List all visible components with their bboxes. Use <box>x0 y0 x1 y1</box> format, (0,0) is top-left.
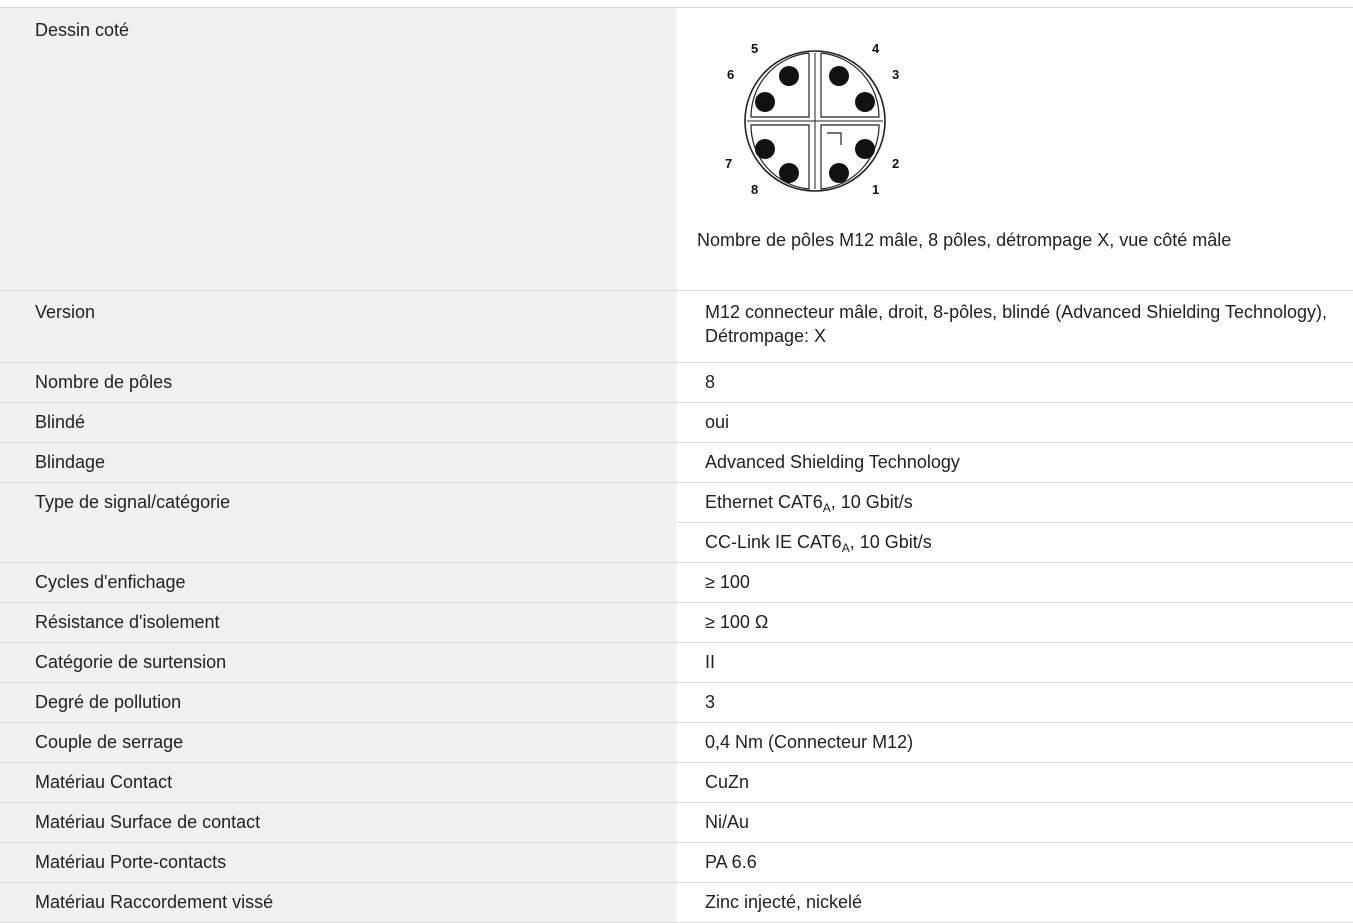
overvoltage-value: II <box>677 642 1353 683</box>
pin-6-contact <box>755 92 775 112</box>
pin-number-label: 5 <box>751 41 758 56</box>
signal-value-2-suffix: , 10 Gbit/s <box>849 531 932 552</box>
cycles-label: Cycles d'enfichage <box>0 562 677 603</box>
pin-2-contact <box>855 139 875 159</box>
pin-7-contact <box>755 139 775 159</box>
spec-row-contact-material: Matériau Contact CuZn <box>0 762 1353 803</box>
signal-value-2: CC-Link IE CAT6A, 10 Gbit/s <box>677 522 1353 563</box>
insulation-label: Résistance d'isolement <box>0 602 677 643</box>
spec-row-screw-material: Matériau Raccordement vissé Zinc injecté… <box>0 882 1353 923</box>
signal-value-1-prefix: Ethernet CAT6 <box>705 491 823 512</box>
pin-5-contact <box>779 66 799 86</box>
surface-material-value: Ni/Au <box>677 802 1353 843</box>
cycles-value: ≥ 100 <box>677 562 1353 603</box>
spec-row-overvoltage: Catégorie de surtension II <box>0 642 1353 683</box>
spec-row-insulation: Résistance d'isolement ≥ 100 Ω <box>0 602 1353 643</box>
pin-1-contact <box>829 163 849 183</box>
version-label: Version <box>0 290 677 363</box>
spec-row-cycles: Cycles d'enfichage ≥ 100 <box>0 562 1353 603</box>
signal-label: Type de signal/catégorie <box>0 482 677 563</box>
pin-4-contact <box>829 66 849 86</box>
pin-number-label: 4 <box>872 41 880 56</box>
spec-row-shielding: Blindage Advanced Shielding Technology <box>0 442 1353 483</box>
overvoltage-label: Catégorie de surtension <box>0 642 677 683</box>
signal-value-1-suffix: , 10 Gbit/s <box>830 491 913 512</box>
shielded-value: oui <box>677 402 1353 443</box>
pollution-value: 3 <box>677 682 1353 723</box>
signal-value-1: Ethernet CAT6A, 10 Gbit/s <box>677 482 1353 523</box>
spec-row-carrier-material: Matériau Porte-contacts PA 6.6 <box>0 842 1353 883</box>
pin-3-contact <box>855 92 875 112</box>
spec-row-torque: Couple de serrage 0,4 Nm (Connecteur M12… <box>0 722 1353 763</box>
surface-material-label: Matériau Surface de contact <box>0 802 677 843</box>
spec-row-pollution: Degré de pollution 3 <box>0 682 1353 723</box>
carrier-material-label: Matériau Porte-contacts <box>0 842 677 883</box>
signal-value-2-prefix: CC-Link IE CAT6 <box>705 531 842 552</box>
specification-table: Dessin coté 5 4 6 3 7 2 8 1 Nombre de pô… <box>0 8 1353 923</box>
pin-number-label: 6 <box>727 67 734 82</box>
carrier-material-value: PA 6.6 <box>677 842 1353 883</box>
drawing-label: Dessin coté <box>0 8 677 291</box>
spec-row-signal-1: Type de signal/catégorie Ethernet CAT6A,… <box>0 482 1353 563</box>
poles-label: Nombre de pôles <box>0 362 677 403</box>
pin-8-contact <box>779 163 799 183</box>
pollution-label: Degré de pollution <box>0 682 677 723</box>
spec-row-surface-material: Matériau Surface de contact Ni/Au <box>0 802 1353 843</box>
drawing-row: Dessin coté 5 4 6 3 7 2 8 1 Nombre de pô… <box>0 8 1353 291</box>
poles-value: 8 <box>677 362 1353 403</box>
pin-number-label: 3 <box>892 67 899 82</box>
drawing-cell: 5 4 6 3 7 2 8 1 Nombre de pôles M12 mâle… <box>677 8 1353 291</box>
contact-material-label: Matériau Contact <box>0 762 677 803</box>
spec-row-poles: Nombre de pôles 8 <box>0 362 1353 403</box>
m12-pin-layout-drawing: 5 4 6 3 7 2 8 1 <box>725 41 899 197</box>
pin-number-label: 1 <box>872 182 879 197</box>
shielding-value: Advanced Shielding Technology <box>677 442 1353 483</box>
drawing-caption: Nombre de pôles M12 mâle, 8 pôles, détro… <box>697 230 1232 250</box>
pin-number-label: 8 <box>751 182 758 197</box>
spec-row-version: Version M12 connecteur mâle, droit, 8-pô… <box>0 290 1353 363</box>
shielding-label: Blindage <box>0 442 677 483</box>
shielded-label: Blindé <box>0 402 677 443</box>
torque-value: 0,4 Nm (Connecteur M12) <box>677 722 1353 763</box>
torque-label: Couple de serrage <box>0 722 677 763</box>
signal-value-1-sub: A <box>822 500 831 515</box>
insulation-value: ≥ 100 Ω <box>677 602 1353 643</box>
contact-material-value: CuZn <box>677 762 1353 803</box>
signal-value-2-sub: A <box>841 540 850 555</box>
screw-material-label: Matériau Raccordement vissé <box>0 882 677 923</box>
spec-row-shielded: Blindé oui <box>0 402 1353 443</box>
pin-number-label: 2 <box>892 156 899 171</box>
pin-number-label: 7 <box>725 156 732 171</box>
screw-material-value: Zinc injecté, nickelé <box>677 882 1353 923</box>
version-value: M12 connecteur mâle, droit, 8-pôles, bli… <box>677 290 1353 363</box>
